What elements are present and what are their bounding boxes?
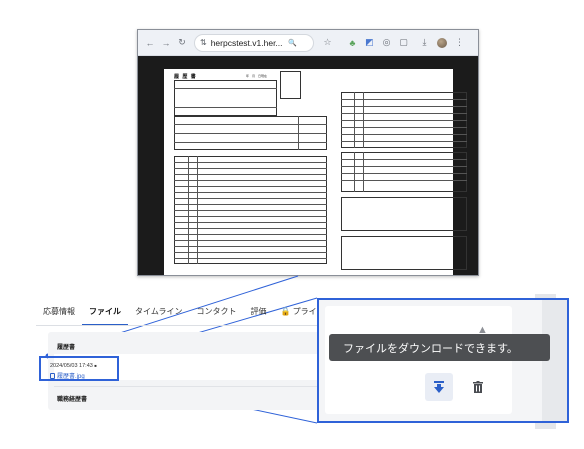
extension-icon[interactable]: ◎ <box>378 37 395 48</box>
requests-box <box>341 236 467 270</box>
tab-contact[interactable]: コンタクト <box>189 302 243 326</box>
image-viewer: 履 歴 書 年 月 日現在 <box>138 57 478 275</box>
bookmark-star-icon[interactable]: ☆ <box>319 37 336 48</box>
career-section-title: 職務経歴書 <box>57 397 88 403</box>
url-text: herpcstest.v1.her... <box>210 37 283 48</box>
photo-box <box>280 71 301 99</box>
tab-divider <box>36 325 346 326</box>
extension-icon[interactable]: ◩ <box>361 37 378 48</box>
reload-icon[interactable]: ↻ <box>174 37 190 48</box>
tutorial-screenshot: ← → ↻ ⇅ herpcstest.v1.her... 🔍 ☆ ♣ ◩ ◎ ▢… <box>0 0 584 449</box>
resume-date: 年 月 日現在 <box>246 74 268 78</box>
tab-files[interactable]: ファイル <box>82 302 128 326</box>
site-settings-icon[interactable]: ⇅ <box>200 38 207 47</box>
resume-title: 履 歴 書 <box>174 74 197 80</box>
download-tooltip: ファイルをダウンロードできます。 <box>329 334 550 361</box>
tab-application-info[interactable]: 応募情報 <box>36 302 82 326</box>
delete-button[interactable] <box>467 376 489 398</box>
extensions-puzzle-icon[interactable]: ▢ <box>395 37 412 48</box>
zoom-callout: ▲ ファイルをダウンロードできます。 <box>317 298 569 423</box>
name-box <box>174 80 277 116</box>
motivation-box <box>341 197 467 231</box>
tab-evaluation[interactable]: 評価 <box>243 302 273 326</box>
resume-section-title: 履歴書 <box>57 345 76 351</box>
browser-window: ← → ↻ ⇅ herpcstest.v1.her... 🔍 ☆ ♣ ◩ ◎ ▢… <box>137 29 479 276</box>
menu-kebab-icon[interactable]: ⋮ <box>451 37 468 48</box>
trash-icon <box>473 381 483 393</box>
file-highlight-box <box>39 356 119 381</box>
forward-arrow-icon[interactable]: → <box>158 38 174 48</box>
extension-icon[interactable]: ♣ <box>344 38 361 48</box>
download-icon[interactable]: ⤓ <box>416 37 433 48</box>
zoom-side-panel <box>542 300 567 421</box>
zoom-icon[interactable]: 🔍 <box>284 39 301 47</box>
resume-image: 履 歴 書 年 月 日現在 <box>164 69 467 275</box>
tab-bar: 応募情報 ファイル タイムライン コンタクト 評価 🔒 プライベ <box>36 302 332 326</box>
profile-avatar[interactable] <box>437 37 447 48</box>
browser-toolbar: ← → ↻ ⇅ herpcstest.v1.her... 🔍 ☆ ♣ ◩ ◎ ▢… <box>138 30 478 56</box>
back-arrow-icon[interactable]: ← <box>142 38 158 48</box>
tab-timeline[interactable]: タイムライン <box>128 302 189 326</box>
license-table <box>341 152 467 192</box>
download-button[interactable] <box>425 373 453 401</box>
download-icon <box>434 380 444 393</box>
